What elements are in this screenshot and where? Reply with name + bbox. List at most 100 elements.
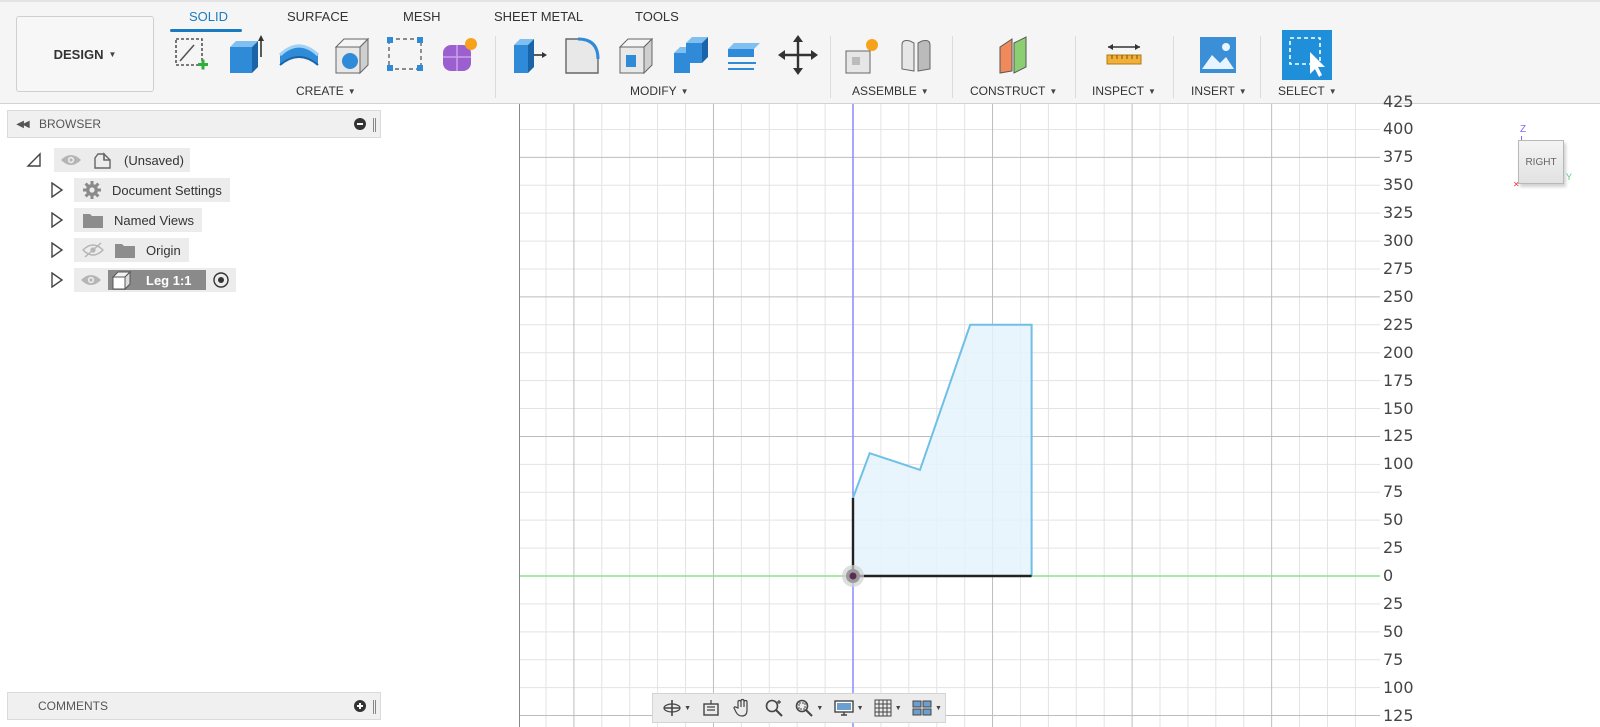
collapse-panel-icon[interactable]: ◀◀ xyxy=(8,119,36,130)
look-at-button[interactable] xyxy=(696,695,725,721)
minimize-icon[interactable] xyxy=(354,118,366,130)
panel-grip-icon[interactable] xyxy=(373,700,376,714)
inspect-menu[interactable]: INSPECT ▼ xyxy=(1092,84,1156,98)
extrude-icon[interactable] xyxy=(222,32,266,78)
chevron-down-icon: ▼ xyxy=(934,704,942,712)
browser-item-label: Document Settings xyxy=(112,182,222,198)
browser-item-named-views[interactable]: Named Views xyxy=(50,208,202,232)
joint-icon[interactable] xyxy=(894,32,938,78)
ruler-tick-label: 25 xyxy=(1383,593,1404,613)
comments-panel-header: COMMENTS xyxy=(7,692,381,720)
browser-root-row[interactable]: (Unsaved) xyxy=(26,148,190,172)
ruler-tick-label: 350 xyxy=(1383,175,1414,195)
insert-image-icon[interactable] xyxy=(1196,32,1240,78)
insert-menu-label: INSERT xyxy=(1191,84,1235,98)
select-menu[interactable]: SELECT ▼ xyxy=(1278,84,1337,98)
chevron-down-icon: ▼ xyxy=(684,704,692,712)
ruler-tick-label: 100 xyxy=(1383,677,1414,697)
combine-icon[interactable] xyxy=(668,32,712,78)
grid-icon xyxy=(874,699,892,717)
browser-item-leg[interactable]: Leg 1:1 xyxy=(50,268,236,292)
document-settings-chip: Document Settings xyxy=(74,178,230,202)
insert-menu[interactable]: INSERT ▼ xyxy=(1191,84,1247,98)
visibility-eye-icon[interactable] xyxy=(80,272,102,288)
viewcube-face-right[interactable]: RIGHT xyxy=(1518,140,1564,184)
expand-arrow-icon[interactable] xyxy=(50,212,64,228)
add-comment-icon[interactable] xyxy=(354,700,366,712)
root-label: (Unsaved) xyxy=(124,152,184,168)
workspace-switcher-button[interactable]: DESIGN ▼ xyxy=(16,16,154,92)
shell-modify-icon[interactable] xyxy=(614,32,658,78)
activate-radio-icon[interactable] xyxy=(212,271,230,289)
display-settings-icon xyxy=(833,700,854,716)
sketch-canvas[interactable] xyxy=(520,104,1380,727)
visibility-eye-icon[interactable] xyxy=(60,152,82,168)
chevron-down-icon: ▼ xyxy=(816,704,824,712)
named-views-chip: Named Views xyxy=(74,208,202,232)
grid-settings-button[interactable]: ▼ xyxy=(869,695,906,721)
orbit-icon xyxy=(663,700,681,716)
chevron-down-icon: ▼ xyxy=(1328,86,1337,96)
expand-arrow-icon[interactable] xyxy=(50,272,64,288)
ruler-tick-label: 75 xyxy=(1383,649,1404,669)
create-sketch-icon[interactable] xyxy=(170,32,214,78)
view-cube[interactable]: Z Y ✕ RIGHT xyxy=(1500,122,1580,202)
orbit-button[interactable]: ▼ xyxy=(659,695,694,721)
create-menu[interactable]: CREATE ▼ xyxy=(296,84,356,98)
revolve-icon[interactable] xyxy=(277,32,321,78)
display-settings-button[interactable]: ▼ xyxy=(829,695,866,721)
fit-button[interactable]: ▼ xyxy=(790,695,827,721)
title-strip xyxy=(0,0,1600,2)
assemble-menu[interactable]: ASSEMBLE ▼ xyxy=(852,84,929,98)
look-at-icon xyxy=(703,700,719,716)
navigation-bar: ▼ ▼ ▼ ▼ ▼ xyxy=(652,693,946,723)
pan-button[interactable] xyxy=(728,695,757,721)
component-icon xyxy=(111,270,132,290)
root-chip: (Unsaved) xyxy=(54,148,190,172)
browser-item-document-settings[interactable]: Document Settings xyxy=(50,178,230,202)
new-component-icon[interactable] xyxy=(840,32,884,78)
viewports-icon xyxy=(912,700,932,716)
inspect-menu-label: INSPECT xyxy=(1092,84,1145,98)
ruler-tick-label: 125 xyxy=(1383,426,1414,446)
ruler-tick-label: 425 xyxy=(1383,91,1414,111)
tab-mesh[interactable]: MESH xyxy=(403,9,441,24)
offset-face-icon[interactable] xyxy=(722,32,766,78)
fillet-icon[interactable] xyxy=(560,32,604,78)
measure-icon[interactable] xyxy=(1102,32,1146,78)
shell-icon[interactable] xyxy=(330,32,374,78)
viewports-button[interactable]: ▼ xyxy=(908,695,945,721)
collapse-triangle-icon[interactable] xyxy=(26,152,42,168)
panel-grip-icon[interactable] xyxy=(373,118,376,132)
sketch-profile-fill[interactable] xyxy=(853,324,1032,576)
press-pull-icon[interactable] xyxy=(506,32,550,78)
modify-menu[interactable]: MODIFY ▼ xyxy=(630,84,689,98)
chevron-down-icon: ▼ xyxy=(347,86,356,96)
chevron-down-icon: ▼ xyxy=(1148,86,1156,96)
tab-surface[interactable]: SURFACE xyxy=(287,9,348,24)
pattern-icon[interactable] xyxy=(383,32,427,78)
expand-arrow-icon[interactable] xyxy=(50,242,64,258)
tab-solid[interactable]: SOLID xyxy=(189,9,228,24)
folder-icon xyxy=(83,214,103,228)
ruler-tick-label: 400 xyxy=(1383,119,1414,139)
select-icon[interactable] xyxy=(1282,30,1332,80)
tab-sheet-metal[interactable]: SHEET METAL xyxy=(494,9,583,24)
group-divider xyxy=(952,36,953,98)
visibility-hidden-icon[interactable] xyxy=(82,242,104,258)
expand-arrow-icon[interactable] xyxy=(50,182,64,198)
move-icon[interactable] xyxy=(776,32,820,78)
tab-tools[interactable]: TOOLS xyxy=(635,9,679,24)
create-form-icon[interactable] xyxy=(437,32,481,78)
chevron-down-icon: ▼ xyxy=(894,704,902,712)
canvas-viewport[interactable] xyxy=(520,104,1380,727)
construct-menu[interactable]: CONSTRUCT ▼ xyxy=(970,84,1057,98)
comments-title: COMMENTS xyxy=(38,699,108,713)
origin-point-icon[interactable] xyxy=(842,565,864,587)
zoom-button[interactable] xyxy=(759,695,788,721)
origin-marker-ring xyxy=(849,572,857,580)
ribbon-toolbar: DESIGN ▼ SOLID SURFACE MESH SHEET METAL … xyxy=(0,0,1600,104)
offset-plane-icon[interactable] xyxy=(992,32,1036,78)
ruler-tick-label: 0 xyxy=(1383,566,1394,585)
browser-item-origin[interactable]: Origin xyxy=(50,238,189,262)
